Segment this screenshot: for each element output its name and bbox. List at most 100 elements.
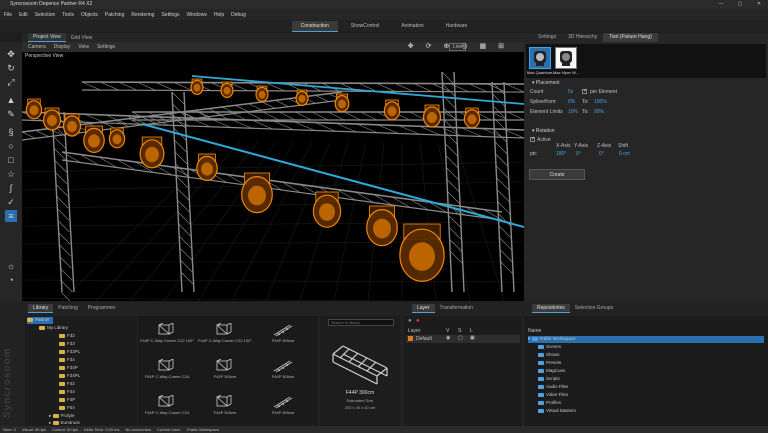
tab-project-view[interactable]: Project View <box>28 33 66 42</box>
tree-node[interactable]: F34 <box>59 357 75 364</box>
tree-node[interactable]: ▾ Public Workspace <box>528 336 764 343</box>
scale-icon[interactable]: ⤢ <box>5 76 17 88</box>
tab-hardware[interactable]: Hardware <box>437 21 477 31</box>
tree-node[interactable]: Scenes <box>538 344 561 351</box>
layout-icon[interactable]: ⊞ <box>498 43 504 51</box>
star-icon[interactable]: ☆ <box>5 168 17 180</box>
spline-from-field[interactable]: 0% <box>568 99 575 105</box>
tree-node[interactable]: ▸ Prolyte <box>49 413 75 420</box>
limits-from-field[interactable]: 10% <box>568 109 578 115</box>
tab-construction[interactable]: Construction <box>291 20 338 32</box>
rotation-active-checkbox[interactable] <box>530 136 535 142</box>
fixture-thumb-2[interactable] <box>555 47 577 69</box>
tab-3d-hierarchy[interactable]: 3D Hierarchy <box>562 33 603 42</box>
focus-icon[interactable]: ◎ <box>461 43 467 51</box>
tree-node[interactable]: Scripts <box>538 376 560 383</box>
tree-node[interactable]: F33 <box>59 341 75 348</box>
minimize-button[interactable]: — <box>712 0 730 9</box>
tab-settings[interactable]: Settings <box>532 33 562 42</box>
tree-node[interactable]: F44 <box>59 389 75 396</box>
tab-animation[interactable]: Animation <box>392 21 432 31</box>
tab-grid-view[interactable]: Grid View <box>66 34 98 42</box>
lock-icon[interactable]: ▣ <box>470 335 475 341</box>
fill-icon[interactable]: ▲ <box>5 94 17 106</box>
orbit-icon[interactable]: ⟳ <box>426 43 432 51</box>
library-item[interactable]: F44P 300cm <box>256 358 310 382</box>
library-item[interactable]: F44P 300cm <box>256 394 310 418</box>
tree-node[interactable]: F34PL <box>59 373 80 380</box>
tree-node[interactable]: MagCues <box>538 368 565 375</box>
menu-patching[interactable]: Patching <box>105 12 124 18</box>
tree-node[interactable]: F54 <box>59 405 75 412</box>
square-icon[interactable]: □ <box>5 154 17 166</box>
rotate-icon[interactable]: ↻ <box>5 62 17 74</box>
library-search-input[interactable]: Search in library <box>328 319 394 326</box>
curve-icon[interactable]: ∫ <box>5 182 17 194</box>
remove-layer-icon[interactable]: ● <box>416 318 420 324</box>
view-menu-camera[interactable]: Camera <box>28 44 46 50</box>
tab-patching[interactable]: Patching <box>53 304 82 313</box>
menu-help[interactable]: Help <box>214 12 224 18</box>
select-icon[interactable]: ▢ <box>458 335 463 341</box>
placement-header[interactable]: ▾ Placement <box>526 80 766 87</box>
menu-edit[interactable]: Edit <box>19 12 28 18</box>
3d-viewport[interactable]: Perspective View <box>22 52 524 301</box>
tree-node[interactable]: Audio Files <box>538 384 568 391</box>
menu-settings[interactable]: Settings <box>161 12 179 18</box>
view-menu-settings[interactable]: Settings <box>97 44 115 50</box>
tab-showcontrol[interactable]: ShowControl <box>342 21 389 31</box>
tree-node[interactable]: Virtual Masters <box>538 408 576 415</box>
move-icon[interactable]: ✥ <box>5 48 17 60</box>
zoom-icon[interactable]: ⊕ <box>444 43 450 51</box>
tab-selection-groups[interactable]: Selection Groups <box>570 304 618 313</box>
library-item[interactable]: F44P 300cm <box>198 358 252 382</box>
brush-icon[interactable]: ✎ <box>5 108 17 120</box>
menu-debug[interactable]: Debug <box>231 12 246 18</box>
tree-node[interactable]: F32 <box>59 333 75 340</box>
tab-library[interactable]: Library <box>28 304 54 313</box>
tree-node[interactable]: Shows <box>538 352 560 359</box>
tab-repositories[interactable]: Repositories <box>532 304 570 313</box>
tree-node[interactable]: F33PL <box>59 349 80 356</box>
tab-transformation[interactable]: Transformation <box>435 304 478 313</box>
y-axis-field[interactable]: 0° <box>576 151 581 157</box>
layer-row[interactable]: Default ◉ ▢ ▣ <box>406 335 520 343</box>
tree-node[interactable]: F34P <box>59 365 78 372</box>
menu-file[interactable]: File <box>4 12 12 18</box>
tree-node[interactable]: Profiles <box>538 400 561 407</box>
tree-node[interactable]: My Library <box>39 325 68 332</box>
sun-icon[interactable]: ☼ <box>5 260 17 272</box>
shift-field[interactable]: 0 cm <box>619 151 630 157</box>
tab-programmer[interactable]: Programmer <box>83 304 121 313</box>
count-field[interactable]: 5x <box>568 89 573 95</box>
menu-objects[interactable]: Objects <box>81 12 98 18</box>
tab-layer[interactable]: Layer <box>412 304 435 313</box>
per-element-checkbox[interactable] <box>582 88 587 94</box>
library-item[interactable]: F44P C-Way Corner C24 <box>140 358 194 382</box>
circle-icon[interactable]: ○ <box>5 140 17 152</box>
library-item[interactable]: F44P C-Way Corner C24 <box>140 394 194 418</box>
tree-node[interactable]: Video Files <box>538 392 568 399</box>
library-item[interactable]: F44P C-Way Corner C22 100° <box>140 322 194 346</box>
tree-node[interactable]: Presets <box>538 360 561 367</box>
add-layer-icon[interactable]: ● <box>408 318 412 324</box>
menu-windows[interactable]: Windows <box>187 12 207 18</box>
limits-to-field[interactable]: 90% <box>594 109 604 115</box>
view-menu-display[interactable]: Display <box>54 44 70 50</box>
tree-node[interactable]: Partner <box>27 317 53 324</box>
v-shape-icon[interactable]: ✓ <box>5 196 17 208</box>
library-item[interactable]: F44P C-Way Corner C22 100° <box>198 322 252 346</box>
menu-rendering[interactable]: Rendering <box>131 12 154 18</box>
fixture-thumb-1[interactable] <box>529 47 551 69</box>
fixture-hang-icon[interactable]: ≡ <box>5 210 17 222</box>
close-button[interactable]: ✕ <box>750 0 768 9</box>
rotation-header[interactable]: ▾ Rotation <box>526 128 766 135</box>
gauge-icon[interactable]: ◔ <box>5 274 17 286</box>
library-item[interactable]: F44P 300cm <box>256 322 310 346</box>
eye-icon[interactable]: ◉ <box>446 335 450 341</box>
maximize-button[interactable]: ▢ <box>731 0 749 9</box>
grid-icon[interactable]: ▦ <box>480 43 487 51</box>
z-axis-field[interactable]: 0° <box>599 151 604 157</box>
create-button[interactable]: Create <box>529 169 585 180</box>
library-item[interactable]: F44P 300cm <box>198 394 252 418</box>
